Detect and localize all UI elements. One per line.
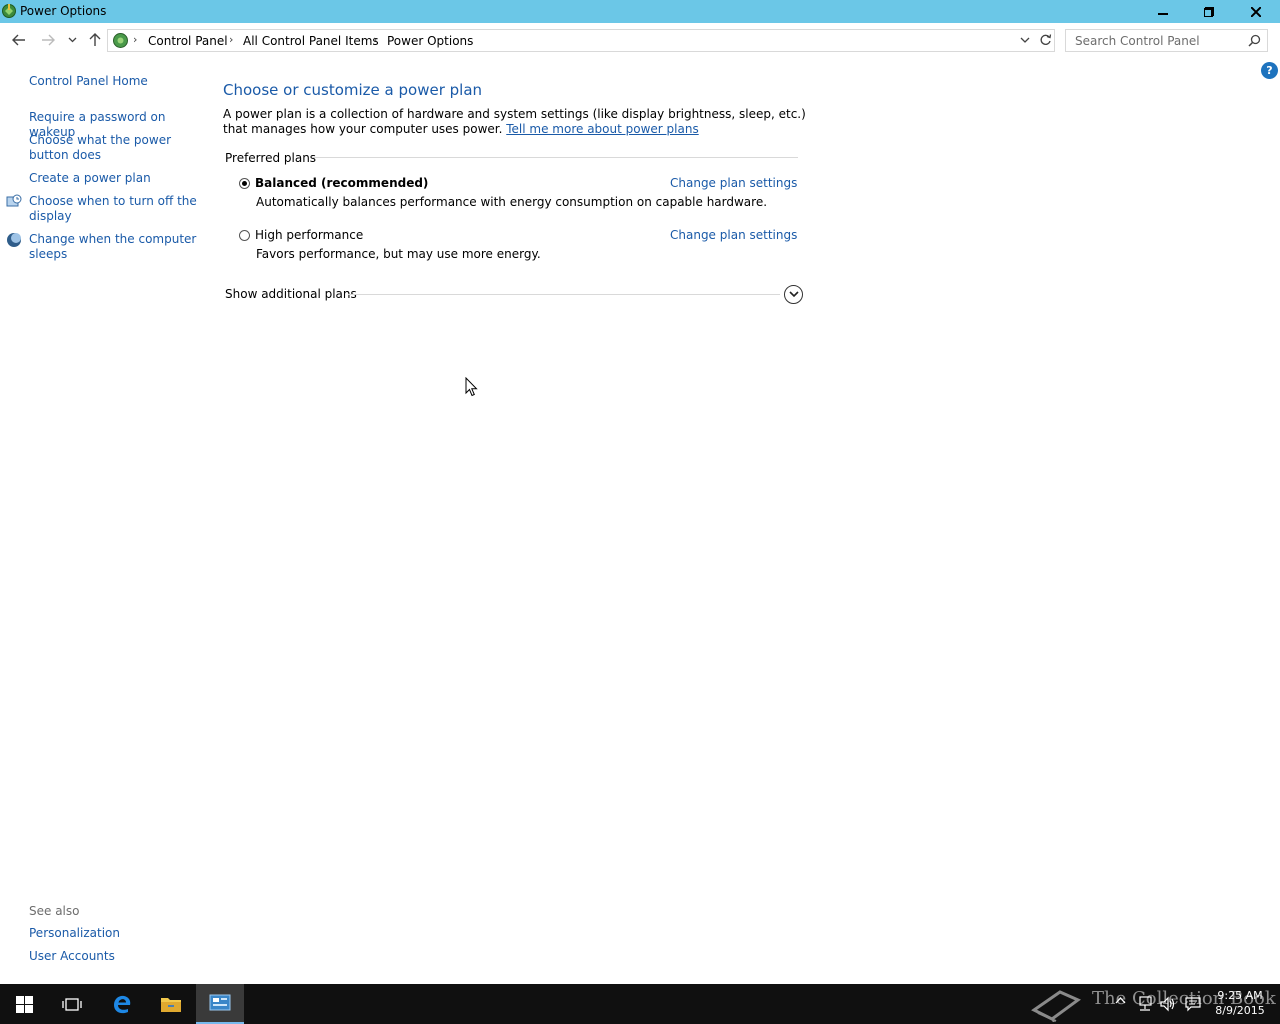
sleep-moon-icon xyxy=(7,233,21,247)
edge-browser-button[interactable] xyxy=(98,984,146,1024)
preferred-plans-label: Preferred plans xyxy=(225,151,317,165)
volume-icon[interactable] xyxy=(1160,996,1176,1012)
control-panel-home-link[interactable]: Control Panel Home xyxy=(29,74,199,89)
restore-icon xyxy=(1204,6,1214,17)
expand-additional-plans-button[interactable] xyxy=(784,285,803,304)
tell-me-more-link[interactable]: Tell me more about power plans xyxy=(506,122,698,136)
task-view-button[interactable] xyxy=(48,984,96,1024)
back-arrow-icon xyxy=(12,34,25,46)
create-power-plan-link[interactable]: Create a power plan xyxy=(29,171,199,186)
section-divider xyxy=(348,294,780,295)
power-button-link[interactable]: Choose what the power button does xyxy=(29,133,199,163)
minimize-icon xyxy=(1158,12,1168,15)
personalization-link[interactable]: Personalization xyxy=(29,926,199,941)
breadcrumb-separator: › xyxy=(373,33,378,46)
taskbar: The Collection Book 9:25 AM 8/9/2015 xyxy=(0,984,1280,1024)
breadcrumb-separator: › xyxy=(133,33,138,46)
chevron-down-icon xyxy=(788,291,799,298)
help-icon[interactable]: ? xyxy=(1261,62,1278,79)
change-plan-settings-balanced[interactable]: Change plan settings xyxy=(670,176,797,190)
recent-locations-button[interactable] xyxy=(62,31,82,49)
control-panel-icon xyxy=(209,994,231,1011)
address-dropdown-icon[interactable] xyxy=(1020,34,1030,46)
see-also-heading: See also xyxy=(29,904,80,918)
display-timer-icon xyxy=(6,194,22,207)
breadcrumb-all-items[interactable]: All Control Panel Items xyxy=(243,34,379,48)
back-button[interactable] xyxy=(9,31,29,49)
system-clock[interactable]: 9:25 AM 8/9/2015 xyxy=(1210,988,1270,1018)
high-performance-plan-radio[interactable] xyxy=(239,230,250,241)
section-divider xyxy=(312,157,798,158)
windows-logo-icon xyxy=(15,995,33,1013)
mouse-cursor-icon xyxy=(465,377,478,397)
up-button[interactable] xyxy=(85,31,105,49)
forward-button[interactable] xyxy=(38,31,58,49)
computer-sleeps-link[interactable]: Change when the computer sleeps xyxy=(29,232,199,262)
book-logo-icon xyxy=(1031,990,1081,1022)
search-placeholder: Search Control Panel xyxy=(1075,34,1200,48)
search-icon[interactable] xyxy=(1248,34,1261,47)
close-icon xyxy=(1251,6,1261,17)
turn-off-display-link[interactable]: Choose when to turn off the display xyxy=(29,194,199,224)
breadcrumb-control-panel[interactable]: Control Panel xyxy=(148,34,228,48)
show-additional-plans-label[interactable]: Show additional plans xyxy=(225,287,357,301)
folder-icon xyxy=(161,998,181,1012)
breadcrumb-power-options[interactable]: Power Options xyxy=(387,34,473,48)
high-performance-plan-description: Favors performance, but may use more ene… xyxy=(256,247,541,261)
file-explorer-button[interactable] xyxy=(147,984,195,1024)
chevron-down-icon xyxy=(68,37,76,43)
high-performance-plan-name[interactable]: High performance xyxy=(255,228,363,242)
address-bar[interactable]: › Control Panel › All Control Panel Item… xyxy=(107,29,1055,52)
show-hidden-icons-chevron-icon[interactable] xyxy=(1115,996,1126,1004)
action-center-icon[interactable] xyxy=(1185,996,1201,1012)
edge-browser-icon xyxy=(114,995,131,1014)
user-accounts-link[interactable]: User Accounts xyxy=(29,949,199,964)
balanced-plan-radio[interactable] xyxy=(239,178,250,189)
balanced-plan-description: Automatically balances performance with … xyxy=(256,195,768,209)
window-title: Power Options xyxy=(20,4,107,18)
close-button[interactable] xyxy=(1232,0,1280,23)
page-description: A power plan is a collection of hardware… xyxy=(223,107,813,137)
clock-date: 8/9/2015 xyxy=(1215,1004,1265,1017)
search-input[interactable]: Search Control Panel xyxy=(1065,29,1268,52)
breadcrumb-separator: › xyxy=(229,33,234,46)
control-panel-icon xyxy=(113,33,128,48)
start-button[interactable] xyxy=(0,984,48,1024)
network-icon[interactable] xyxy=(1137,996,1153,1012)
balanced-plan-name[interactable]: Balanced (recommended) xyxy=(255,176,428,190)
refresh-icon[interactable] xyxy=(1039,33,1052,47)
minimize-button[interactable] xyxy=(1140,0,1186,23)
task-view-icon xyxy=(62,997,82,1011)
clock-time: 9:25 AM xyxy=(1217,989,1263,1002)
restore-button[interactable] xyxy=(1186,0,1232,23)
change-plan-settings-high-performance[interactable]: Change plan settings xyxy=(670,228,797,242)
power-options-taskbar-button[interactable] xyxy=(196,984,244,1024)
forward-arrow-icon xyxy=(42,34,55,46)
title-bar[interactable]: Power Options xyxy=(0,0,1280,23)
power-options-icon xyxy=(2,4,16,18)
up-arrow-icon xyxy=(89,33,101,46)
page-title: Choose or customize a power plan xyxy=(223,81,483,99)
